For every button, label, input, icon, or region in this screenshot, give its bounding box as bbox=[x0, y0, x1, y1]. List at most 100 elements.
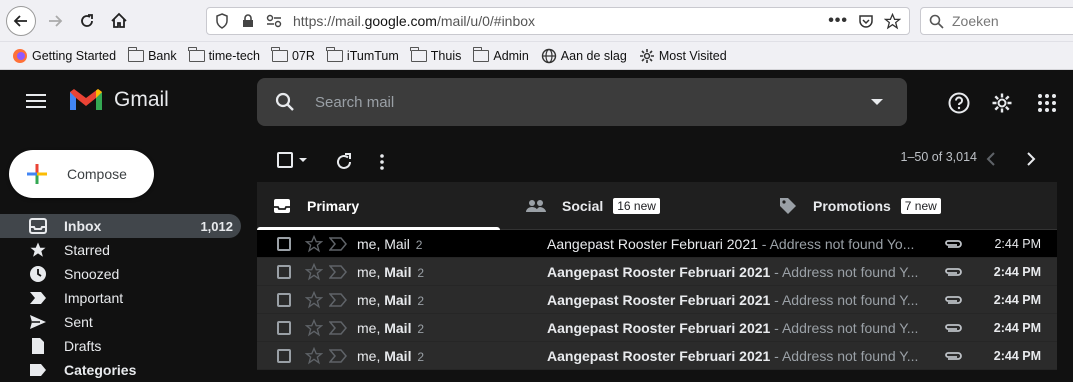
row-checkbox[interactable] bbox=[277, 264, 291, 279]
sidebar-item-inbox[interactable]: Inbox 1,012 bbox=[0, 214, 241, 238]
sidebar-item-label: Starred bbox=[64, 242, 110, 258]
star-outline-icon[interactable] bbox=[305, 234, 323, 253]
settings-icon[interactable] bbox=[991, 92, 1013, 114]
globe-icon bbox=[541, 48, 556, 63]
bookmark-label: time-tech bbox=[208, 48, 260, 63]
bookmark-thuis[interactable]: Thuis bbox=[410, 46, 461, 63]
chevron-left-icon[interactable] bbox=[986, 152, 996, 166]
apps-grid-icon[interactable] bbox=[1036, 92, 1058, 114]
star-icon bbox=[28, 240, 48, 260]
bookmark-label: Bank bbox=[148, 48, 177, 63]
home-icon bbox=[111, 12, 127, 28]
email-row[interactable]: me, Mail 2 Aangepast Rooster Februari 20… bbox=[257, 258, 1057, 286]
gmail-logo[interactable]: Gmail bbox=[68, 86, 169, 114]
email-subject: Aangepast Rooster Februari 2021 - Addres… bbox=[547, 235, 915, 252]
important-marker-icon[interactable] bbox=[329, 263, 347, 281]
sidebar-item-important[interactable]: Important bbox=[0, 286, 256, 310]
tab-social[interactable]: Social 16 new bbox=[510, 182, 763, 229]
page-actions-icon[interactable]: ••• bbox=[828, 12, 848, 30]
email-row[interactable]: me, Mail 2 Aangepast Rooster Februari 20… bbox=[257, 286, 1057, 314]
sidebar-item-categories[interactable]: Categories bbox=[0, 358, 256, 382]
important-marker-icon[interactable] bbox=[329, 347, 347, 365]
star-outline-icon[interactable] bbox=[305, 262, 323, 281]
attachment-icon bbox=[945, 351, 962, 360]
back-button[interactable] bbox=[6, 6, 36, 36]
browser-search-placeholder: Zoeken bbox=[952, 13, 999, 29]
row-checkbox[interactable] bbox=[277, 348, 291, 363]
new-count-badge: 7 new bbox=[900, 197, 941, 214]
bookmarks-toolbar: Getting Started Bank time-tech 07R iTumT… bbox=[0, 42, 1073, 70]
gmail-app: Gmail Search mail Compose Inbox 1,012 St… bbox=[0, 70, 1073, 378]
search-options-icon[interactable] bbox=[871, 99, 883, 105]
bookmark-star-icon[interactable] bbox=[884, 12, 901, 30]
arrow-left-icon bbox=[13, 15, 27, 27]
pocket-icon[interactable] bbox=[858, 13, 874, 29]
gmail-logo-text: Gmail bbox=[114, 88, 169, 111]
sidebar-item-label: Drafts bbox=[64, 338, 102, 354]
home-button[interactable] bbox=[104, 6, 134, 36]
bookmark-getting-started[interactable]: Getting Started bbox=[12, 48, 116, 64]
shield-icon[interactable] bbox=[211, 10, 233, 32]
permissions-icon[interactable] bbox=[263, 10, 285, 32]
bookmark-07r[interactable]: 07R bbox=[271, 46, 315, 63]
bookmark-time-tech[interactable]: time-tech bbox=[188, 46, 260, 63]
firefox-icon bbox=[13, 48, 27, 63]
important-marker-icon[interactable] bbox=[329, 235, 347, 253]
bookmark-admin[interactable]: Admin bbox=[472, 46, 529, 63]
important-marker-icon[interactable] bbox=[329, 291, 347, 309]
tab-promotions[interactable]: Promotions 7 new bbox=[763, 182, 1016, 229]
url-text[interactable]: https://mail.google.com/mail/u/0/#inbox bbox=[293, 13, 828, 29]
forward-button[interactable] bbox=[40, 6, 70, 36]
search-mail-input[interactable]: Search mail bbox=[257, 78, 907, 126]
star-outline-icon[interactable] bbox=[305, 318, 323, 337]
sidebar-nav: Inbox 1,012 Starred Snoozed Important Se… bbox=[0, 214, 256, 382]
chevron-right-icon[interactable] bbox=[1026, 152, 1036, 166]
email-sender: me, Mail 2 bbox=[357, 235, 423, 252]
main-menu-button[interactable] bbox=[26, 94, 46, 110]
attachment-icon bbox=[945, 267, 962, 276]
scrollbar[interactable] bbox=[1057, 70, 1073, 370]
select-all-checkbox[interactable] bbox=[277, 152, 307, 168]
email-row[interactable]: me, Mail 2 Aangepast Rooster Februari 20… bbox=[257, 342, 1057, 370]
plus-icon bbox=[27, 164, 47, 184]
compose-button[interactable]: Compose bbox=[9, 150, 154, 198]
checkbox-icon bbox=[277, 152, 293, 168]
bookmark-label: Most Visited bbox=[658, 48, 727, 63]
tab-primary[interactable]: Primary bbox=[257, 182, 510, 230]
folder-icon bbox=[326, 46, 343, 62]
more-vert-icon[interactable] bbox=[379, 153, 385, 171]
important-marker-icon[interactable] bbox=[329, 319, 347, 337]
refresh-icon[interactable] bbox=[335, 153, 353, 171]
reload-button[interactable] bbox=[72, 6, 102, 36]
email-row[interactable]: me, Mail 2 Aangepast Rooster Februari 20… bbox=[257, 230, 1057, 258]
sidebar-item-snoozed[interactable]: Snoozed bbox=[0, 262, 256, 286]
email-time: 2:44 PM bbox=[993, 264, 1041, 279]
sidebar-item-sent[interactable]: Sent bbox=[0, 310, 256, 334]
attachment-icon bbox=[945, 239, 962, 248]
row-checkbox[interactable] bbox=[277, 236, 291, 251]
browser-search-box[interactable]: Zoeken bbox=[920, 7, 1073, 35]
attachment-icon bbox=[945, 323, 962, 332]
row-checkbox[interactable] bbox=[277, 320, 291, 335]
bookmark-most-visited[interactable]: Most Visited bbox=[639, 48, 727, 64]
help-icon[interactable] bbox=[948, 92, 970, 114]
bookmark-itumtum[interactable]: iTumTum bbox=[326, 46, 399, 63]
email-row[interactable]: me, Mail 2 Aangepast Rooster Februari 20… bbox=[257, 314, 1057, 342]
sidebar-item-drafts[interactable]: Drafts bbox=[0, 334, 256, 358]
chevron-down-icon[interactable] bbox=[299, 158, 307, 162]
search-icon[interactable] bbox=[275, 92, 295, 112]
address-bar[interactable]: https://mail.google.com/mail/u/0/#inbox … bbox=[206, 7, 910, 35]
sidebar-item-starred[interactable]: Starred bbox=[0, 238, 256, 262]
gmail-m-icon bbox=[70, 89, 102, 110]
bookmark-bank[interactable]: Bank bbox=[127, 46, 177, 63]
star-outline-icon[interactable] bbox=[305, 346, 323, 365]
lock-icon[interactable] bbox=[237, 10, 259, 32]
draft-icon bbox=[28, 336, 48, 356]
bookmark-aan-de-slag[interactable]: Aan de slag bbox=[541, 48, 627, 64]
gear-icon bbox=[639, 48, 654, 63]
folder-icon bbox=[127, 46, 145, 62]
star-outline-icon[interactable] bbox=[305, 290, 323, 309]
email-sender: me, Mail 2 bbox=[357, 291, 425, 308]
email-subject: Aangepast Rooster Februari 2021 - Addres… bbox=[547, 291, 919, 308]
row-checkbox[interactable] bbox=[277, 292, 291, 307]
